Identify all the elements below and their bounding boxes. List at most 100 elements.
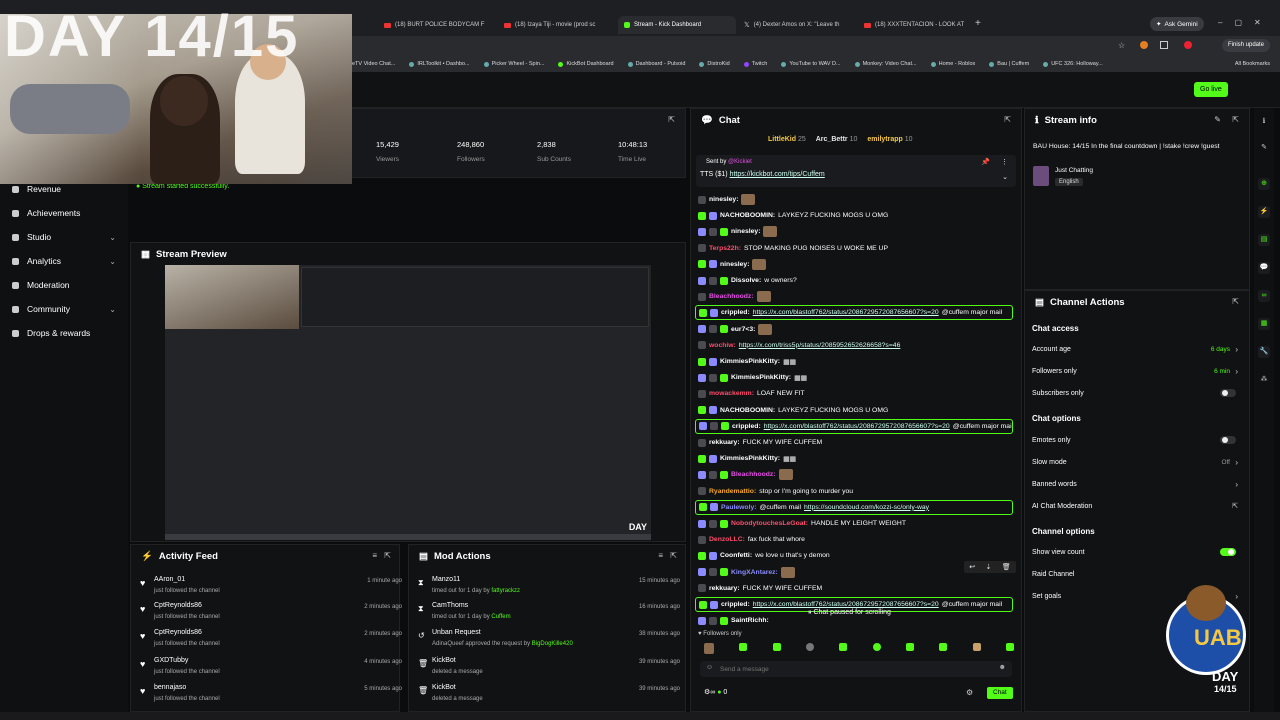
chat-username[interactable]: eur7<3: [731,326,755,333]
chevron-down-icon[interactable]: ⌄ [1002,173,1008,181]
emote[interactable] [972,643,981,651]
chat-message[interactable]: Terps22h: STOP MAKING PUG NOISES U WOKE M… [698,241,1016,256]
bookmark[interactable]: eTV Video Chat... [352,61,395,67]
new-tab-plus-icon[interactable]: + [975,18,981,29]
emoji-icon[interactable]: ☻ [999,664,1006,671]
chat-username[interactable]: ninesley: [720,261,749,268]
stream-preview-video[interactable]: DAY [165,265,651,540]
pencil-icon[interactable]: ✎ [1258,142,1270,154]
emote[interactable] [704,643,714,654]
go-live-button[interactable]: Go live [1194,82,1228,97]
chat-message[interactable]: Bleachhoodz: [698,467,1016,482]
sidebar-item-drops[interactable]: Drops & rewards [0,323,128,343]
chat-input-box[interactable]: ☺ ☻ [700,661,1012,677]
sidebar-item-analytics[interactable]: Analytics ⌄ [0,251,128,271]
target-icon[interactable]: ⊕ [1258,178,1270,190]
bookmark[interactable]: Dashboard - Pulsoid [627,61,685,67]
chat-username[interactable]: crippled: [721,309,750,316]
filter-icon[interactable]: ≡ [658,551,663,560]
emote[interactable] [805,643,814,651]
chat-message[interactable]: Ryandemattio: stop or I'm going to murder… [698,484,1016,499]
chat-username[interactable]: mowackemm: [709,390,754,397]
chat-link[interactable]: https://x.com/blastoff762/status/2086729… [753,309,939,316]
chat-username[interactable]: KingXAntarez: [731,569,778,576]
chat-input[interactable] [720,663,980,675]
chat-username[interactable]: Bleachhoodz: [709,293,754,300]
chat-message[interactable]: mowackemm: LOAF NEW FIT [698,386,1016,401]
finish-update-button[interactable]: Finish update [1222,39,1271,52]
info-icon[interactable]: ℹ [1258,116,1270,128]
chat-username[interactable]: ninesley: [709,196,738,203]
raid-channel-row[interactable]: Raid Channel [1032,567,1238,581]
chat-username[interactable]: rekkuary: [709,585,740,592]
chat-message[interactable]: Dissolve: w owners? [698,273,1016,288]
chat-username[interactable]: crippled: [732,423,761,430]
chat-username[interactable]: Ryandemattio: [709,488,756,495]
banned-words-row[interactable]: Banned words › [1032,477,1238,491]
bookmark[interactable]: Picker Wheel - Spin... [483,61,544,67]
star-icon[interactable]: ☆ [1118,41,1125,50]
chat-message[interactable]: crippled: https://x.com/blastoff762/statu… [695,418,1013,434]
chat-message[interactable]: crippled: https://x.com/blastoff762/statu… [695,305,1013,321]
chat-message[interactable]: wochiw: https://x.com/triss5p/status/2085… [698,338,1016,353]
chat-username[interactable]: NACHOBOOMIN: [720,212,775,219]
popout-icon[interactable]: ⇱ [1232,115,1239,124]
chat-message[interactable]: KimmiesPinkKitty: ▦▦ [698,370,1016,385]
settings-link-icon[interactable]: ⚙∞ [704,689,715,696]
bookmark[interactable]: Home - Roblox [930,61,975,67]
pinned-link[interactable]: https://kickbot.com/tips/Cuffem [730,171,825,178]
extension-icon[interactable] [1140,41,1148,49]
emotes-only-toggle[interactable] [1220,436,1236,444]
chat-username[interactable]: crippled: [721,601,750,608]
chat-username[interactable]: DenzoLLC: [709,536,745,543]
popout-icon[interactable]: ⇱ [668,115,675,124]
trash-icon[interactable]: 🗑 [1002,563,1011,571]
chat-username[interactable]: wochiw: [709,342,736,349]
reply-icon[interactable]: ↩ [969,563,975,571]
popout-icon[interactable]: ⇱ [1232,297,1239,306]
pin-icon[interactable]: ⇣ [986,563,992,571]
chat-paused-notice[interactable]: ⏸ Chat paused for scrolling [808,609,891,617]
chat-message[interactable]: rekkuary: FUCK MY WIFE CUFFEM [698,435,1016,450]
all-bookmarks[interactable]: All Bookmarks [1235,61,1270,67]
chat-message[interactable]: NobodytouchesLeGoat: HANDLE MY LEIGHT WEI… [698,516,1016,531]
gifter[interactable]: LittleKid 25 [768,136,806,143]
chat-username[interactable]: KimmiesPinkKitty: [720,455,780,462]
followers-only-row[interactable]: Followers only 6 min › [1032,364,1238,378]
sidebar-item-community[interactable]: Community ⌄ [0,299,128,319]
chat-username[interactable]: Dissolve: [731,277,761,284]
ask-gemini-button[interactable]: ✦ Ask Gemini [1150,17,1204,31]
show-view-count-toggle[interactable] [1220,548,1236,556]
sidebar-item-studio[interactable]: Studio ⌄ [0,227,128,247]
browser-tab[interactable]: (18) Izaya Tiji - movie (prod sc [498,16,616,34]
chat-username[interactable]: Paulewoly: [721,504,757,511]
chat-message[interactable]: KimmiesPinkKitty: ▦▦ [698,354,1016,369]
wrench-icon[interactable]: 🔧 [1258,346,1270,358]
grid-icon[interactable]: ▦ [1258,318,1270,330]
link-icon[interactable]: ∞ [1258,290,1270,302]
emote[interactable] [839,643,848,651]
bookmark[interactable]: YouTube to WAV D... [781,61,841,67]
browser-tab[interactable]: 𝕏 (4) Dexter Amos on X: "Leave th [738,16,856,34]
chat-message[interactable]: ninesley: [698,224,1016,239]
nodes-icon[interactable]: ⁂ [1258,374,1270,386]
bookmark[interactable]: DistroKid [699,61,730,67]
chat-link[interactable]: https://x.com/blastoff762/status/2086729… [753,601,939,608]
chat-message[interactable]: ninesley: [698,192,1016,207]
chat-username[interactable]: KimmiesPinkKitty: [720,358,780,365]
chat-username[interactable]: NobodytouchesLeGoat: [731,520,808,527]
sidebar-item-moderation[interactable]: Moderation [0,275,128,295]
chat-link[interactable]: https://x.com/blastoff762/status/2086729… [764,423,950,430]
chat-username[interactable]: ninesley: [731,228,760,235]
chat-link[interactable]: https://x.com/triss5p/status/20859526526… [739,342,901,349]
bolt-icon[interactable]: ⚡ [1258,206,1270,218]
puzzle-icon[interactable] [1160,41,1168,49]
emote[interactable] [905,643,914,651]
chat-username[interactable]: Coonfetti: [720,552,752,559]
ai-moderation-row[interactable]: AI Chat Moderation ⇱ [1032,499,1238,513]
bookmark[interactable]: Bau | Cuffem [989,61,1029,67]
emote[interactable] [739,643,748,651]
gifter[interactable]: emilytrapp 10 [867,136,912,143]
edit-icon[interactable]: ✎ [1214,115,1221,124]
bookmark[interactable]: Monkey: Video Chat... [854,61,917,67]
